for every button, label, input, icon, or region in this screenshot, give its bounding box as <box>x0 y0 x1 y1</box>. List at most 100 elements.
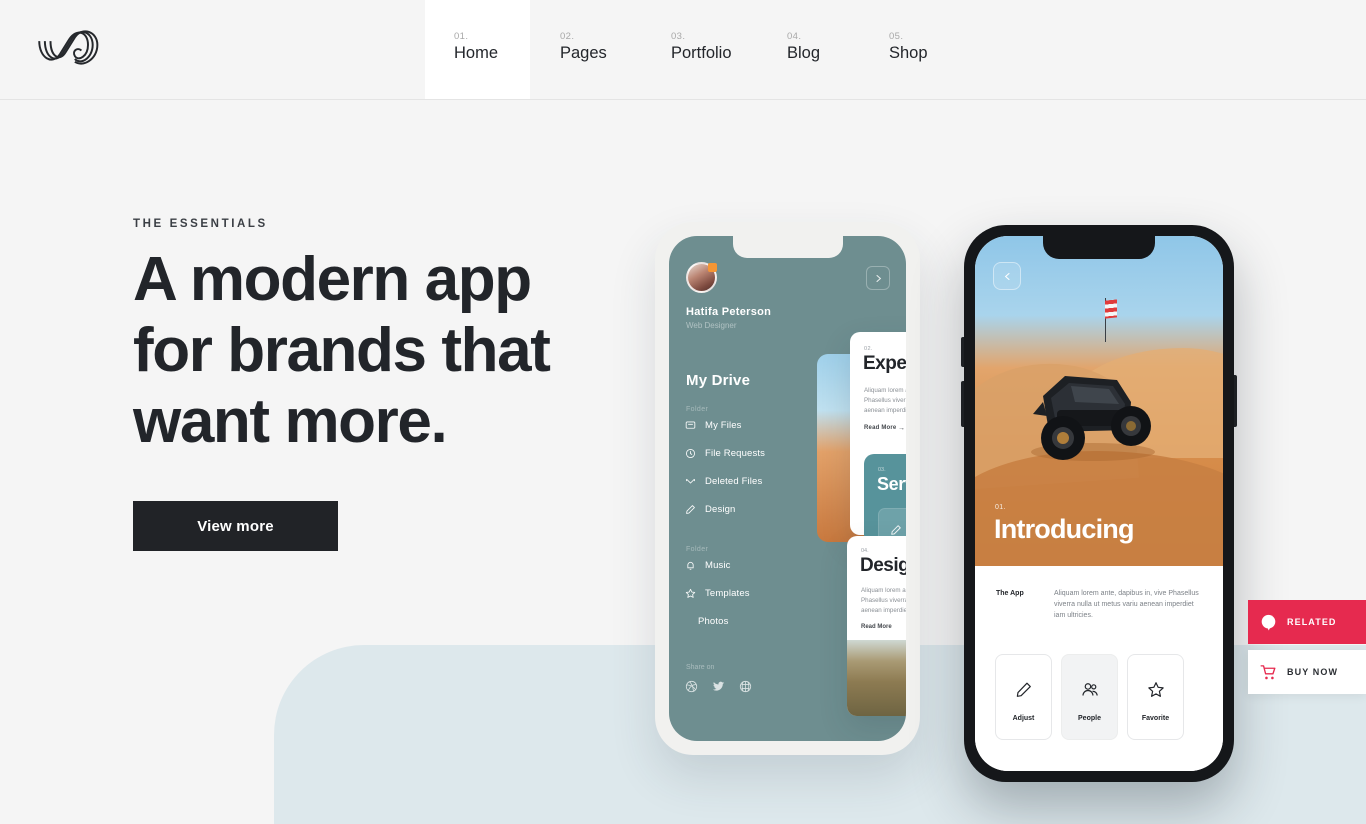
chevron-left-icon <box>1004 272 1010 280</box>
sidebar-item-deleted-files[interactable]: Deleted Files <box>685 476 762 487</box>
dribbble-icon[interactable] <box>685 680 698 693</box>
avatar[interactable] <box>686 262 717 293</box>
star-icon <box>685 588 696 598</box>
sidebar-item-label: File Requests <box>705 448 766 459</box>
phone-left: Hatifa Peterson Web Designer My Drive Fo… <box>655 222 920 755</box>
nav-label: Home <box>454 44 499 62</box>
phone-right-content: The App Aliquam lorem ante, dapibus in, … <box>975 566 1223 771</box>
card-title: Services <box>877 474 906 494</box>
card-number: 02. <box>864 346 873 352</box>
behance-icon[interactable] <box>739 680 752 693</box>
clock-icon <box>685 448 696 459</box>
card-body: Aliquam lorem ante, dapibus in, vive Pha… <box>861 587 906 614</box>
phone-left-notch <box>732 236 843 258</box>
content-description: Aliquam lorem ante, dapibus in, vive Pha… <box>1054 590 1199 619</box>
folder-group-2-label: Folder <box>686 546 709 553</box>
action-tile-label: Adjust <box>1012 715 1035 722</box>
content-tag: The App <box>996 590 1024 597</box>
cart-icon <box>1260 664 1276 679</box>
profile-name: Hatifa Peterson <box>686 306 772 318</box>
sidebar-item-label: Music <box>705 560 731 571</box>
profile-role: Web Designer <box>686 321 737 330</box>
nav-item-pages[interactable]: 02. Pages <box>530 0 635 99</box>
card-design[interactable]: 04. Design Aliquam lorem ante, dapibus i… <box>847 536 906 716</box>
phone-right: 01. Introducing The App Aliquam lorem an… <box>961 225 1237 782</box>
action-tile-favorite[interactable]: Favorite <box>1127 654 1184 740</box>
card-number: 03. <box>878 467 886 473</box>
share-label: Share on <box>686 664 715 671</box>
site-header: 01. Home 02. Pages 03. Portfolio 04. Blo… <box>0 0 1366 100</box>
trash-icon <box>686 478 695 484</box>
star-icon <box>1147 682 1164 697</box>
read-more-label[interactable]: Read More <box>861 624 892 630</box>
related-badge-label: RELATED <box>1287 617 1337 627</box>
nav-item-portfolio[interactable]: 03. Portfolio <box>635 0 740 99</box>
sidebar-item-label: Photos <box>698 616 729 627</box>
back-button[interactable] <box>993 262 1021 290</box>
sidebar-item-file-requests[interactable]: File Requests <box>685 448 765 459</box>
social-links <box>685 680 752 693</box>
sidebar-item-templates[interactable]: Templates <box>685 588 750 599</box>
pencil-icon <box>1016 682 1031 697</box>
sidebar-item-label: My Files <box>705 420 742 431</box>
sidebar-item-label: Deleted Files <box>705 476 763 487</box>
related-badge[interactable]: RELATED <box>1248 600 1366 644</box>
slide-title: Introducing <box>994 514 1134 544</box>
nav-item-shop[interactable]: 05. Shop <box>845 0 950 99</box>
files-icon <box>685 421 696 429</box>
chevron-right-icon[interactable] <box>866 266 890 290</box>
floating-badges: RELATED BUY NOW <box>1248 600 1366 694</box>
nav-label: Shop <box>889 44 928 62</box>
nav-label: Pages <box>560 44 607 62</box>
phone-left-screen: Hatifa Peterson Web Designer My Drive Fo… <box>669 236 906 741</box>
action-tile-adjust[interactable]: Adjust <box>995 654 1052 740</box>
phone-side-button <box>1234 375 1237 427</box>
nav-label: Portfolio <box>671 44 732 62</box>
phone-right-screen: 01. Introducing The App Aliquam lorem an… <box>975 236 1223 771</box>
sidebar-item-music[interactable]: Music <box>685 560 731 571</box>
sidebar-item-design[interactable]: Design <box>685 504 735 515</box>
bell-icon <box>687 561 694 570</box>
card-title: Design <box>860 555 906 576</box>
nav-num: 03. <box>671 31 686 42</box>
nav-num: 01. <box>454 31 469 42</box>
pen-icon <box>686 505 695 514</box>
phone-mockups: Hatifa Peterson Web Designer My Drive Fo… <box>0 0 1366 824</box>
card-number: 04. <box>861 548 869 554</box>
main-nav: 01. Home 02. Pages 03. Portfolio 04. Blo… <box>425 0 950 99</box>
sidebar-item-photos[interactable]: Photos <box>698 616 728 627</box>
nav-num: 05. <box>889 31 904 42</box>
buy-now-badge[interactable]: BUY NOW <box>1248 650 1366 694</box>
people-icon <box>1081 683 1098 696</box>
sidebar-item-label: Templates <box>705 588 750 599</box>
hero-image-dune-buggy: 01. Introducing <box>975 236 1223 566</box>
flag <box>1105 299 1117 319</box>
sidebar-item-label: Design <box>705 504 736 515</box>
page-root: 01. Home 02. Pages 03. Portfolio 04. Blo… <box>0 0 1366 824</box>
nav-num: 04. <box>787 31 802 42</box>
arrow-right-icon: → <box>898 425 905 432</box>
nav-num: 02. <box>560 31 575 42</box>
twitter-icon[interactable] <box>712 680 725 693</box>
read-more-label[interactable]: Read More <box>864 425 896 431</box>
comment-icon <box>1261 614 1276 630</box>
avatar-badge <box>708 263 717 272</box>
wvo-logo[interactable] <box>33 28 128 73</box>
dune-buggy-illustration <box>1031 376 1155 461</box>
folder-group-1-label: Folder <box>686 406 709 413</box>
nav-item-home[interactable]: 01. Home <box>425 0 530 99</box>
drive-title: My Drive <box>686 372 751 389</box>
action-tile-label: Favorite <box>1141 715 1170 722</box>
action-tile-people[interactable]: People <box>1061 654 1118 740</box>
action-tiles: Adjust People Favorite <box>995 654 1184 740</box>
nav-item-blog[interactable]: 04. Blog <box>740 0 845 99</box>
sidebar-item-my-files[interactable]: My Files <box>685 420 742 431</box>
action-tile-label: People <box>1078 715 1101 722</box>
card-title: Experience <box>863 353 906 374</box>
slide-number: 01. <box>995 504 1006 511</box>
buy-now-badge-label: BUY NOW <box>1287 667 1339 677</box>
card-design-photo <box>847 640 906 716</box>
pen-icon <box>891 525 901 535</box>
dune-shape <box>975 451 1223 566</box>
phone-right-notch <box>1043 236 1155 259</box>
